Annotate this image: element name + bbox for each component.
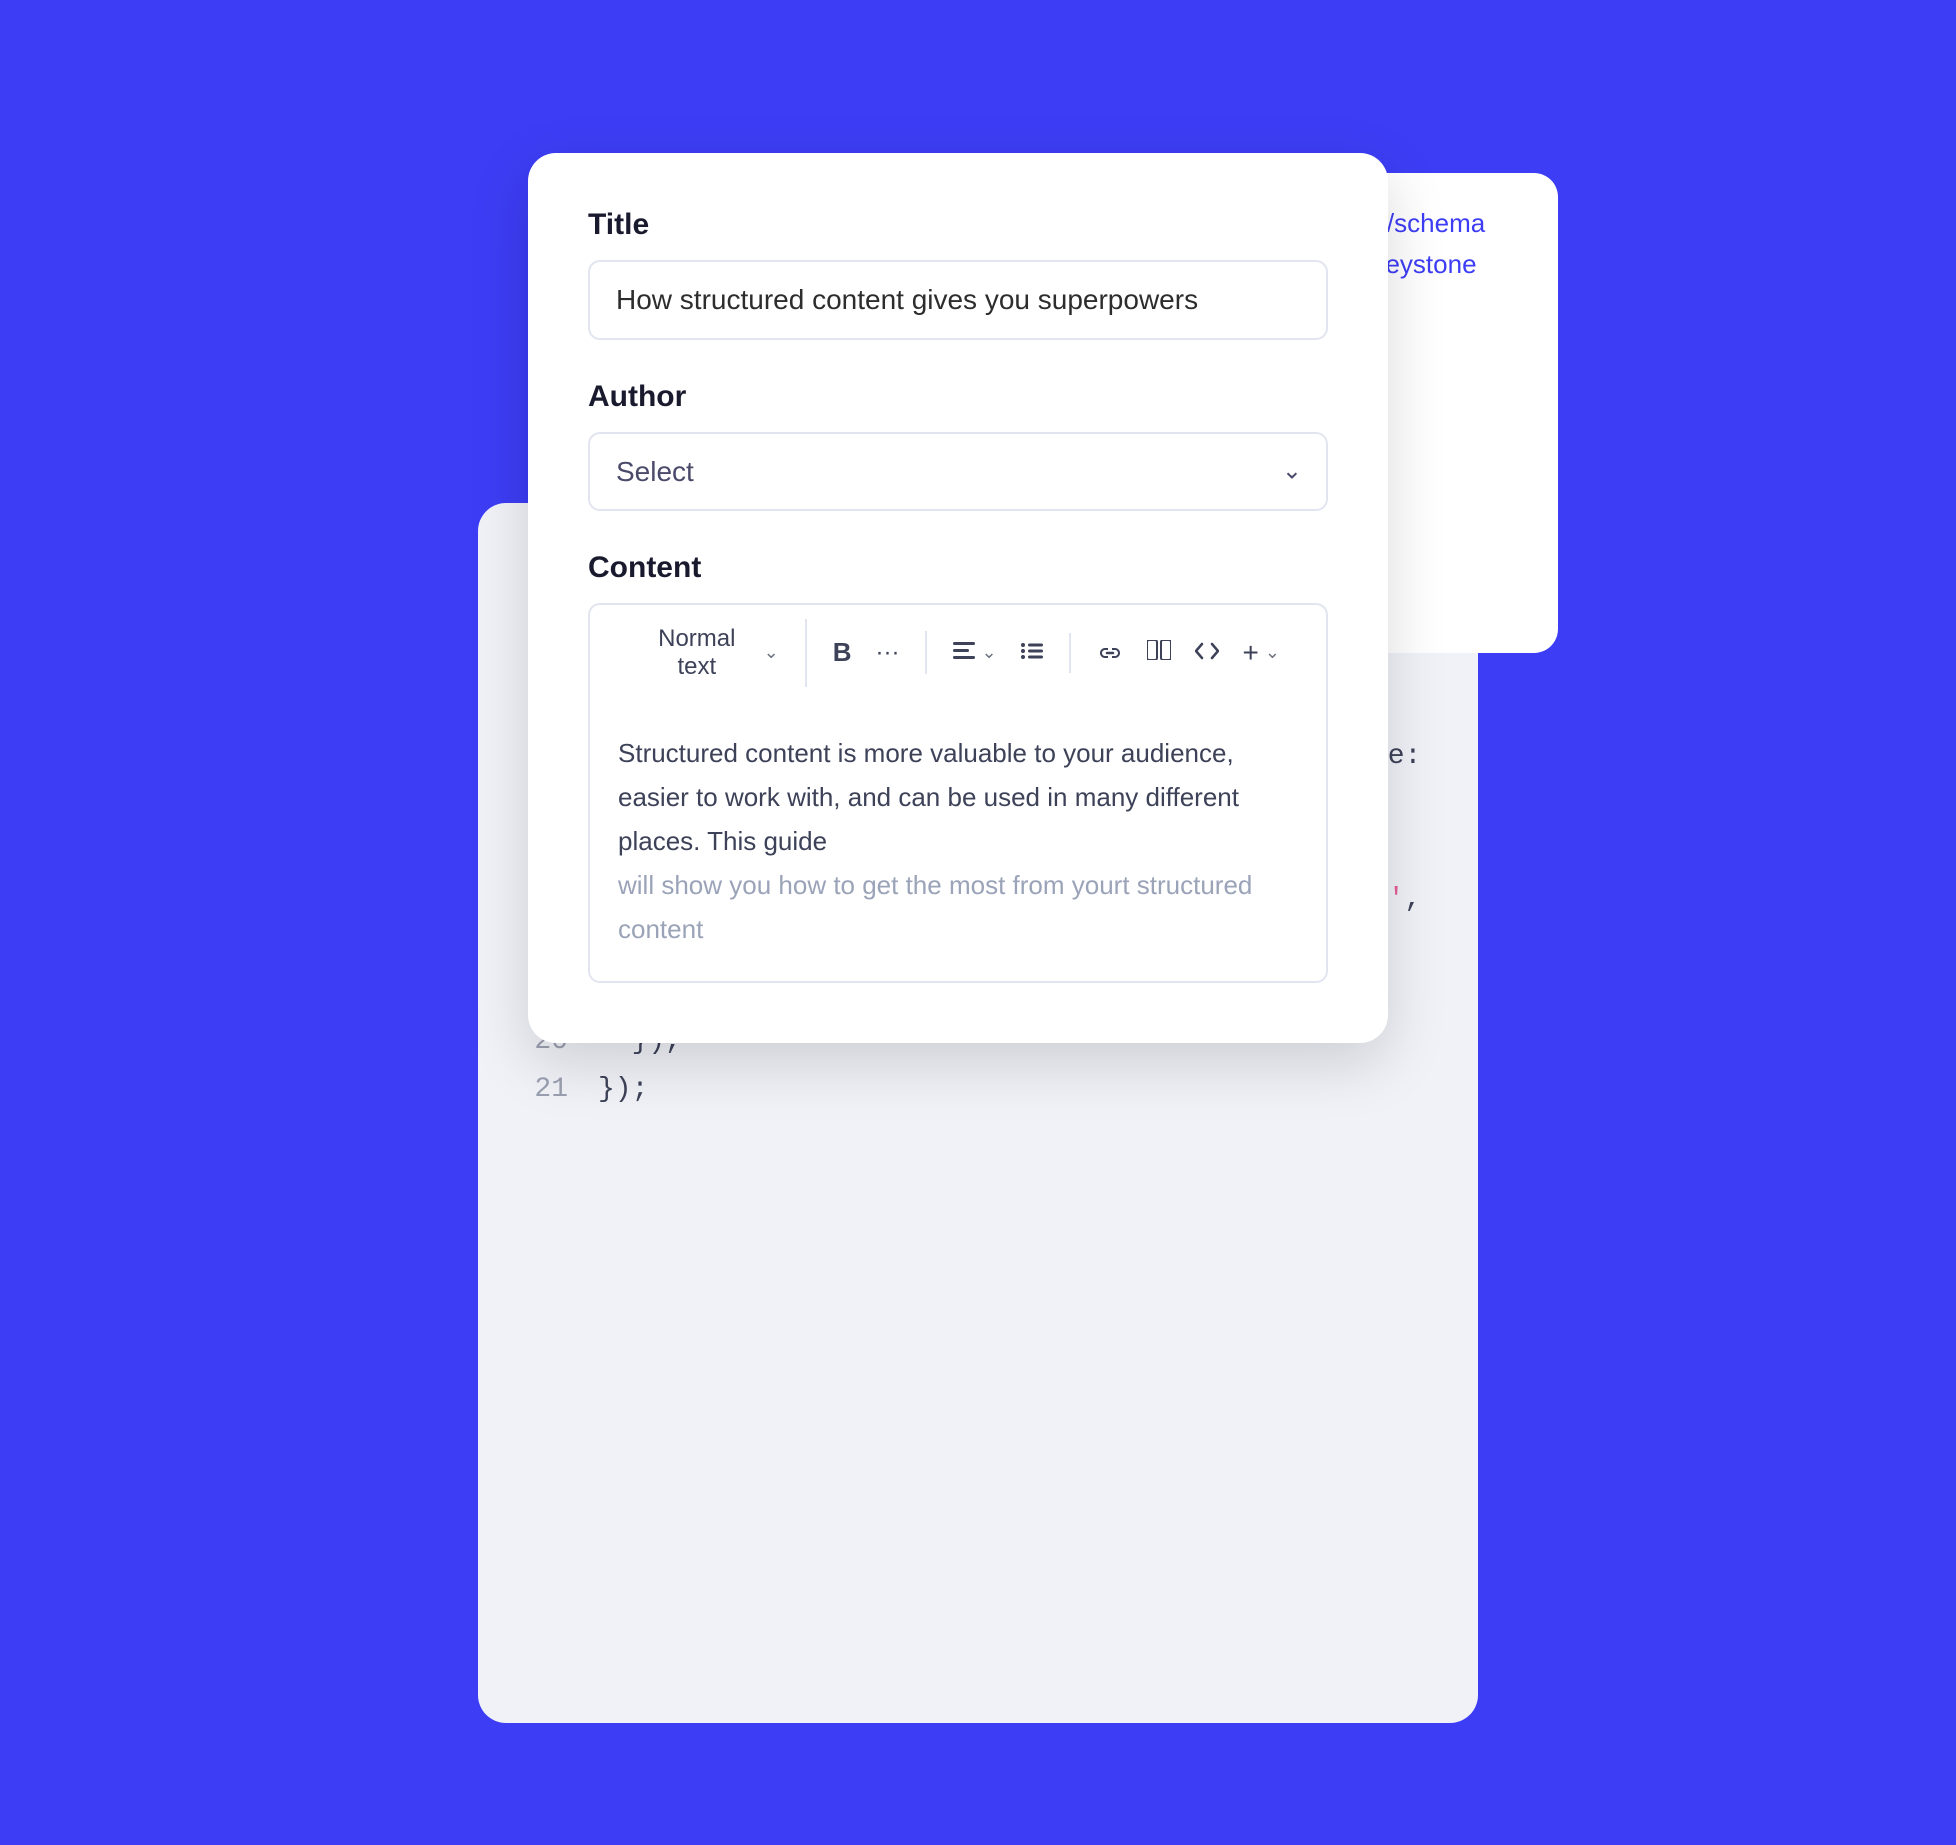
editor-text-visible: Structured content is more valuable to y… (618, 738, 1239, 856)
list-icon (1021, 639, 1043, 667)
form-card: Title Author Select ⌄ Content Normal tex… (528, 153, 1388, 1044)
code-icon (1195, 639, 1219, 667)
align-button[interactable]: ⌄ (945, 633, 1004, 673)
text-style-label: Normal text (636, 625, 758, 681)
formatting-group: B ··· (807, 631, 928, 674)
columns-button[interactable] (1139, 633, 1179, 673)
author-section: Author Select ⌄ (588, 380, 1328, 511)
bold-button[interactable]: B (825, 631, 860, 674)
columns-icon (1147, 639, 1171, 667)
list-button[interactable] (1013, 633, 1051, 673)
editor-text-faded: will show you how to get the most from y… (618, 870, 1252, 944)
code-button[interactable] (1187, 633, 1227, 673)
link-button[interactable] (1089, 633, 1131, 673)
text-style-group: Normal text ⌄ (610, 619, 807, 687)
editor-body[interactable]: Structured content is more valuable to y… (588, 701, 1328, 984)
more-button[interactable]: ··· (867, 633, 907, 673)
editor-text: Structured content is more valuable to y… (618, 731, 1298, 952)
title-input[interactable] (588, 260, 1328, 340)
insert-group: + ⌄ (1071, 633, 1306, 673)
link-icon (1097, 639, 1123, 667)
author-label: Author (588, 380, 1328, 414)
plus-icon: + (1243, 639, 1259, 667)
title-label: Title (588, 208, 1328, 242)
text-style-chevron-icon: ⌄ (764, 642, 779, 663)
code-line-21: 21 }); (528, 1066, 1428, 1114)
line-num-21: 21 (528, 1066, 568, 1114)
add-button[interactable]: + ⌄ (1235, 633, 1288, 673)
editor-toolbar: Normal text ⌄ B ··· (588, 603, 1328, 701)
align-icon (953, 639, 975, 667)
add-chevron-icon: ⌄ (1265, 642, 1280, 663)
align-chevron-icon: ⌄ (981, 642, 996, 663)
content-label: Content (588, 551, 1328, 585)
text-style-button[interactable]: Normal text ⌄ (628, 619, 787, 687)
author-select[interactable]: Select (588, 432, 1328, 511)
author-select-wrapper: Select ⌄ (588, 432, 1328, 511)
content-section: Content Normal text ⌄ B ··· (588, 551, 1328, 984)
alignment-group: ⌄ (927, 633, 1070, 673)
scene: ne/schema 0keystone 12 }), 13 Author: li… (478, 123, 1478, 1723)
code-content-21: }); (598, 1066, 648, 1114)
